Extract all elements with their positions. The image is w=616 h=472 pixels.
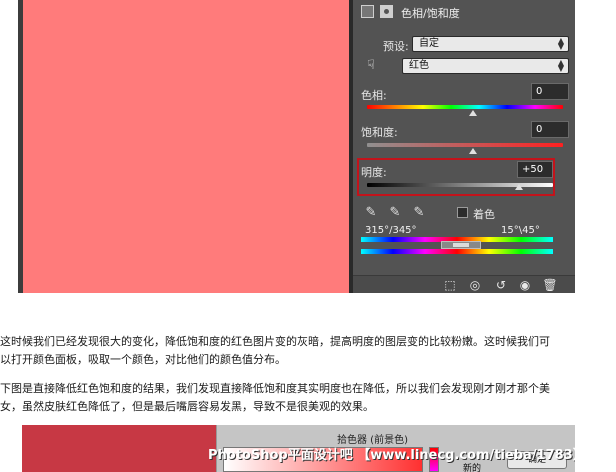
hue-input[interactable]: 0: [531, 83, 569, 100]
preset-value: 自定: [419, 38, 439, 49]
preset-label: 预设:: [383, 40, 409, 53]
trash-icon[interactable]: 🗑: [541, 278, 559, 292]
panel-title: 色相/饱和度: [401, 7, 460, 20]
lightness-slider-thumb[interactable]: [515, 184, 523, 190]
range-spectrum-bottom: [361, 249, 553, 254]
paragraph-2-line-1: 下图是直接降低红色饱和度的结果，我们发现直接降低饱和度其实明度也在降低，所以我们…: [0, 382, 550, 395]
red-image-area: [22, 425, 216, 472]
saturation-input[interactable]: 0: [531, 121, 569, 138]
hue-label: 色相:: [361, 89, 387, 102]
channel-dropdown[interactable]: 红色 ▲ ▼: [402, 58, 569, 74]
eyedropper-minus-icon[interactable]: ✎: [411, 205, 427, 221]
canvas-red-fill: [23, 0, 349, 293]
panel-title-bar: 色相/饱和度: [353, 0, 575, 24]
saturation-slider-track[interactable]: [367, 143, 563, 147]
saturation-slider-thumb[interactable]: [469, 148, 477, 154]
watermark-text: PhotoShop平面设计吧 【www.linecg.com/tieba/178…: [208, 448, 575, 463]
hand-target-icon[interactable]: ☟: [367, 58, 385, 74]
visibility-eye-icon[interactable]: ◉: [516, 278, 534, 292]
color-picker-screenshot: 拾色器 (前景色) 新的 确定 PhotoShop平面设计吧 【www.line…: [22, 425, 575, 472]
mask-icon[interactable]: [380, 5, 393, 18]
lightness-slider-track[interactable]: [367, 183, 553, 187]
photoshop-screenshot: 色相/饱和度 预设: 自定 ▲ ▼ ☟ 红色 ▲ ▼ 色相: 0 饱和度: 0 明度…: [18, 0, 575, 293]
hue-saturation-panel: 色相/饱和度 预设: 自定 ▲ ▼ ☟ 红色 ▲ ▼ 色相: 0 饱和度: 0 明度…: [353, 0, 575, 293]
paragraph-2: 下图是直接降低红色饱和度的结果，我们发现直接降低饱和度其实明度也在降低，所以我们…: [0, 380, 616, 416]
colorize-checkbox[interactable]: [457, 207, 468, 218]
paragraph-1-line-2: 以打开颜色面板，吸取一个颜色，对比他们的颜色值分布。: [0, 353, 286, 366]
paragraph-1-line-1: 这时候我们已经发现很大的变化，降低饱和度的红色图片变的灰暗，提高明度的图层变的比…: [0, 335, 550, 348]
range-left-degrees: 315°/345°: [365, 225, 417, 236]
reset-icon[interactable]: ↺: [492, 278, 510, 292]
hue-slider-track[interactable]: [367, 105, 563, 109]
paragraph-2-line-2: 女，虽然皮肤红色降低了，但是最后嘴唇容易发黑，导致不是很美观的效果。: [0, 400, 374, 413]
channel-value: 红色: [409, 60, 429, 71]
paragraph-1: 这时候我们已经发现很大的变化，降低饱和度的红色图片变的灰暗，提高明度的图层变的比…: [0, 333, 616, 369]
lightness-input[interactable]: +50: [517, 161, 553, 178]
dropdown-arrows-icon: ▲ ▼: [557, 58, 564, 73]
saturation-label: 饱和度:: [361, 126, 398, 139]
lightness-label: 明度:: [361, 166, 387, 179]
hue-slider-thumb[interactable]: [469, 110, 477, 116]
view-previous-icon[interactable]: ◎: [466, 278, 484, 292]
preset-dropdown[interactable]: 自定 ▲ ▼: [412, 36, 569, 52]
range-right-degrees: 15°\45°: [501, 225, 540, 236]
dropdown-arrows-icon: ▲ ▼: [557, 36, 564, 51]
clip-to-layer-icon[interactable]: ⬚: [441, 278, 459, 292]
colorize-label: 着色: [473, 208, 495, 221]
eyedropper-icon[interactable]: ✎: [363, 205, 379, 221]
adjustment-layer-icon[interactable]: [361, 5, 374, 18]
range-selector-core[interactable]: [453, 243, 469, 247]
eyedropper-plus-icon[interactable]: ✎: [387, 205, 403, 221]
